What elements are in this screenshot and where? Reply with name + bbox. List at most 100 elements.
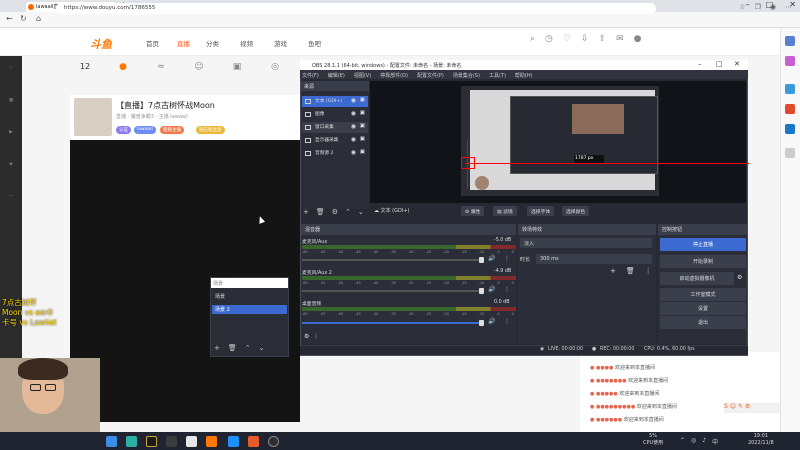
- volume-slider[interactable]: [302, 288, 484, 294]
- stop-streaming-button[interactable]: 停止直播: [660, 238, 746, 251]
- add-source-icon[interactable]: +: [303, 208, 309, 216]
- url-input[interactable]: https://www.douyu.com/1786555: [56, 3, 656, 14]
- sidebar-video-icon[interactable]: ▶: [0, 130, 22, 135]
- exit-button[interactable]: 退出: [660, 316, 746, 329]
- location-icon[interactable]: ◎: [260, 62, 290, 72]
- menu-view[interactable]: 视图(V): [354, 72, 371, 79]
- remove-scene-icon[interactable]: 🗑: [228, 344, 237, 352]
- properties-button[interactable]: ⚙ 属性: [461, 206, 485, 216]
- speaker-icon[interactable]: 🔊: [488, 255, 495, 262]
- download-icon[interactable]: ⇩: [581, 34, 589, 44]
- lock-icon[interactable]: ▣: [360, 136, 365, 142]
- volume-slider[interactable]: [302, 320, 484, 326]
- remove-source-icon[interactable]: 🗑: [316, 208, 325, 216]
- profile-icon[interactable]: ◉: [770, 3, 776, 11]
- star-icon[interactable]: ☆: [739, 3, 745, 11]
- add-scene-icon[interactable]: +: [214, 344, 220, 352]
- move-up-icon[interactable]: ⌃: [245, 344, 251, 352]
- menu-help[interactable]: 帮助(H): [515, 72, 533, 79]
- sidebar-follow-icon[interactable]: ♡: [0, 66, 22, 71]
- app-icon[interactable]: [186, 436, 197, 447]
- lock-icon[interactable]: ▣: [360, 123, 365, 129]
- transition-type-select[interactable]: 淡入: [520, 238, 652, 248]
- sidebar-game-icon[interactable]: ◈: [0, 162, 22, 167]
- activity-icon[interactable]: ≈: [146, 62, 176, 72]
- source-item-audio[interactable]: 音频源 2 ◉ ▣: [302, 148, 368, 159]
- upload-icon[interactable]: ⇧: [599, 34, 607, 44]
- streamer-avatar[interactable]: [74, 98, 112, 136]
- visibility-icon[interactable]: ◉: [351, 136, 356, 143]
- side-add-icon[interactable]: [785, 148, 795, 158]
- channel-menu-icon[interactable]: ⋮: [504, 286, 510, 293]
- studio-mode-button[interactable]: 工作室模式: [660, 288, 746, 301]
- volume-icon[interactable]: ♪: [702, 437, 706, 446]
- nav-item-home[interactable]: 首页: [146, 38, 159, 48]
- user-avatar-icon[interactable]: ●: [634, 34, 642, 44]
- app-icon[interactable]: [248, 436, 259, 447]
- refresh-icon[interactable]: ↻: [20, 14, 27, 23]
- transition-menu-icon[interactable]: ⋮: [645, 267, 652, 275]
- lock-icon[interactable]: ▣: [360, 110, 365, 116]
- scenes-search-field[interactable]: 场景: [211, 278, 288, 288]
- history-icon[interactable]: ◷: [545, 34, 553, 44]
- scene-item-selected[interactable]: 场景 2: [212, 305, 287, 314]
- select-color-button[interactable]: 选择颜色: [562, 206, 590, 216]
- move-down-icon[interactable]: ⌄: [358, 208, 364, 216]
- tray-chevron-icon[interactable]: ⌃: [680, 437, 685, 446]
- source-item-window-capture[interactable]: 窗口采集 ◉ ▣: [302, 122, 368, 133]
- obs-minimize-icon[interactable]: –: [698, 60, 702, 68]
- nav-item-fishbar[interactable]: 鱼吧: [308, 38, 321, 48]
- move-down-icon[interactable]: ⌄: [259, 344, 265, 352]
- slider-thumb[interactable]: [479, 320, 484, 326]
- speaker-icon[interactable]: 🔊: [488, 286, 495, 293]
- source-item-display-capture[interactable]: 显示器采集 ◉ ▣: [302, 135, 368, 146]
- ime-icon[interactable]: 中: [712, 437, 718, 446]
- start-virtual-camera-button[interactable]: 启动虚拟摄像机: [660, 272, 734, 285]
- app-icon[interactable]: [228, 436, 239, 447]
- visibility-icon[interactable]: ◉: [351, 123, 356, 130]
- move-up-icon[interactable]: ⌃: [345, 208, 351, 216]
- duration-input[interactable]: 300 ms: [536, 254, 652, 264]
- message-icon[interactable]: ✉: [616, 34, 624, 44]
- settings-button[interactable]: 设置: [660, 302, 746, 315]
- chat-input-tools[interactable]: S ☺ ✎ ⚙: [724, 403, 780, 413]
- back-icon[interactable]: ←: [6, 14, 13, 23]
- volume-slider[interactable]: [302, 257, 484, 263]
- source-item-image[interactable]: 图像 ◉ ▣: [302, 109, 368, 120]
- filters-button[interactable]: ▤ 滤镜: [493, 206, 517, 216]
- select-font-button[interactable]: 选择字体: [527, 206, 555, 216]
- follow-icon[interactable]: ♡: [563, 34, 571, 44]
- menu-tools[interactable]: 工具(T): [489, 72, 506, 79]
- side-outlook-icon[interactable]: [785, 124, 795, 134]
- gift-icon[interactable]: ▣: [222, 62, 252, 72]
- add-transition-icon[interactable]: +: [610, 267, 616, 275]
- scene-item[interactable]: 场景: [212, 292, 287, 301]
- warcraft-icon[interactable]: [146, 436, 157, 447]
- mixer-menu-icon[interactable]: ⋮: [313, 333, 319, 340]
- menu-file[interactable]: 文件(F): [302, 72, 319, 79]
- menu-docks[interactable]: 停靠部件(D): [380, 72, 408, 79]
- sidebar-category-icon[interactable]: ▦: [0, 98, 22, 103]
- nav-item-games[interactable]: 游戏: [274, 38, 287, 48]
- chat-icon[interactable]: ☺: [184, 62, 214, 72]
- menu-edit[interactable]: 编辑(E): [328, 72, 345, 79]
- obs-close-icon[interactable]: ✕: [734, 60, 740, 68]
- taskbar-clock[interactable]: 19:01 2022/11/8: [748, 433, 774, 447]
- site-logo[interactable]: 斗鱼: [90, 36, 112, 52]
- collections-icon[interactable]: ❐: [755, 3, 761, 11]
- nav-item-video[interactable]: 视频: [240, 38, 253, 48]
- lock-icon[interactable]: ▣: [360, 149, 365, 155]
- lock-icon[interactable]: ▣: [360, 97, 365, 103]
- visibility-icon[interactable]: ◉: [351, 149, 356, 156]
- visibility-icon[interactable]: ◉: [351, 110, 356, 117]
- search-icon[interactable]: ⌕: [530, 34, 535, 44]
- virtual-camera-settings-icon[interactable]: ⚙: [737, 274, 742, 281]
- menu-profile[interactable]: 配置文件(P): [417, 72, 444, 79]
- menu-scene-collection[interactable]: 场景集合(S): [453, 72, 480, 79]
- slider-thumb[interactable]: [479, 257, 484, 263]
- obs-app-icon[interactable]: [268, 436, 279, 447]
- side-office-icon[interactable]: [785, 104, 795, 114]
- side-search-icon[interactable]: [785, 36, 795, 46]
- fish-ball-icon[interactable]: ●: [108, 62, 138, 72]
- obs-maximize-icon[interactable]: □: [716, 60, 723, 68]
